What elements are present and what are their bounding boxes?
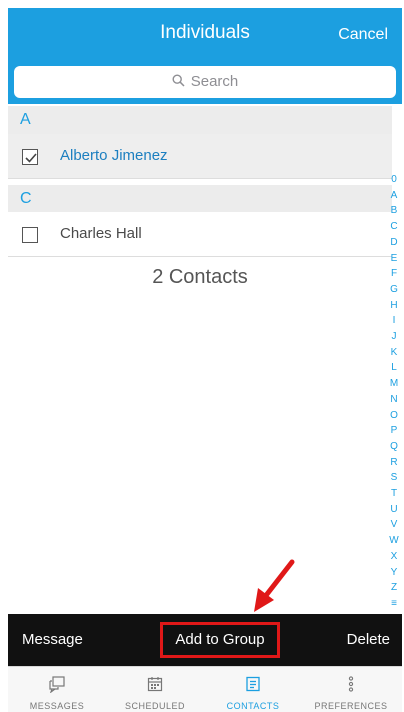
contacts-count: 2 Contacts [152, 266, 248, 288]
alphabet-index-letter[interactable]: U [388, 502, 400, 518]
alphabet-index-letter[interactable]: D [388, 235, 400, 251]
search-placeholder: Search [190, 73, 239, 90]
alphabet-index-letter[interactable]: Q [388, 439, 400, 455]
alphabet-index-letter[interactable]: X [388, 549, 400, 565]
tab-preferences[interactable]: PREFERENCES [302, 667, 400, 712]
alphabet-index-letter[interactable]: G [388, 282, 400, 298]
tab-messages[interactable]: MESSAGES [8, 667, 106, 712]
alphabet-index-letter[interactable]: Z [388, 580, 400, 596]
contact-name: Alberto Jimenez [60, 147, 168, 164]
tab-label: SCHEDULED [124, 701, 185, 711]
alphabet-index-letter[interactable]: M [388, 376, 400, 392]
tab-label: CONTACTS [226, 701, 280, 711]
action-bar: Message Add to Group Delete [8, 614, 402, 666]
alphabet-index-letter[interactable]: S [388, 470, 400, 486]
alphabet-index-letter[interactable]: T [388, 486, 400, 502]
search-input[interactable]: Search [14, 66, 396, 98]
alphabet-index-letter[interactable]: L [388, 360, 400, 376]
search-icon [172, 74, 185, 91]
alphabet-index-letter[interactable]: H [388, 298, 400, 314]
app-screen: Individuals Cancel Search A Alberto Jime… [0, 0, 404, 712]
contact-row[interactable]: Charles Hall [8, 212, 392, 257]
tab-label: MESSAGES [29, 701, 85, 711]
alphabet-index-letter[interactable]: 0 [388, 172, 400, 188]
tab-bar: MESSAGES SCHEDULED CONTACTS PREFERENCES [8, 666, 402, 712]
add-to-group-button[interactable]: Add to Group [160, 622, 280, 658]
alphabet-index-letter[interactable]: O [388, 408, 400, 424]
alphabet-index-letter[interactable]: A [388, 188, 400, 204]
message-button[interactable]: Message [22, 631, 83, 648]
contact-name: Charles Hall [60, 225, 142, 242]
red-arrow-annotation [254, 559, 295, 612]
alphabet-index-letter[interactable]: N [388, 392, 400, 408]
alphabet-index-letter[interactable]: Y [388, 565, 400, 581]
tab-scheduled[interactable]: SCHEDULED [106, 667, 204, 712]
alphabet-index-letter[interactable]: K [388, 345, 400, 361]
alphabet-index[interactable]: 0 A B C D E F G H I J K L M N O P Q R S T U V W X Y Z ≡ [388, 172, 400, 612]
section-header-a: A [8, 106, 392, 134]
contact-checkbox[interactable] [22, 149, 38, 165]
calendar-icon [147, 677, 163, 692]
alphabet-index-letter[interactable]: C [388, 219, 400, 235]
section-header-c: C [8, 185, 392, 213]
contact-checkbox[interactable] [22, 227, 38, 243]
search-placeholder-wrap: Search [14, 73, 396, 91]
alphabet-index-letter[interactable]: I [388, 313, 400, 329]
delete-button[interactable]: Delete [347, 631, 390, 648]
alphabet-index-letter[interactable]: W [388, 533, 400, 549]
cancel-button[interactable]: Cancel [338, 26, 388, 44]
tab-contacts[interactable]: CONTACTS [204, 667, 302, 712]
alphabet-index-letter[interactable]: F [388, 266, 400, 282]
alphabet-index-letter[interactable]: J [388, 329, 400, 345]
search-bar: Search [8, 60, 402, 104]
alphabet-index-letter[interactable]: ≡ [388, 596, 400, 612]
contacts-icon [246, 676, 260, 692]
messages-icon [49, 676, 65, 693]
more-vertical-icon [348, 676, 354, 692]
alphabet-index-letter[interactable]: B [388, 203, 400, 219]
nav-header: Individuals Cancel [8, 8, 402, 60]
alphabet-index-letter[interactable]: P [388, 423, 400, 439]
contact-row[interactable]: Alberto Jimenez [8, 134, 392, 179]
tab-label: PREFERENCES [314, 701, 388, 711]
alphabet-index-letter[interactable]: R [388, 455, 400, 471]
alphabet-index-letter[interactable]: V [388, 517, 400, 533]
alphabet-index-letter[interactable]: E [388, 251, 400, 267]
